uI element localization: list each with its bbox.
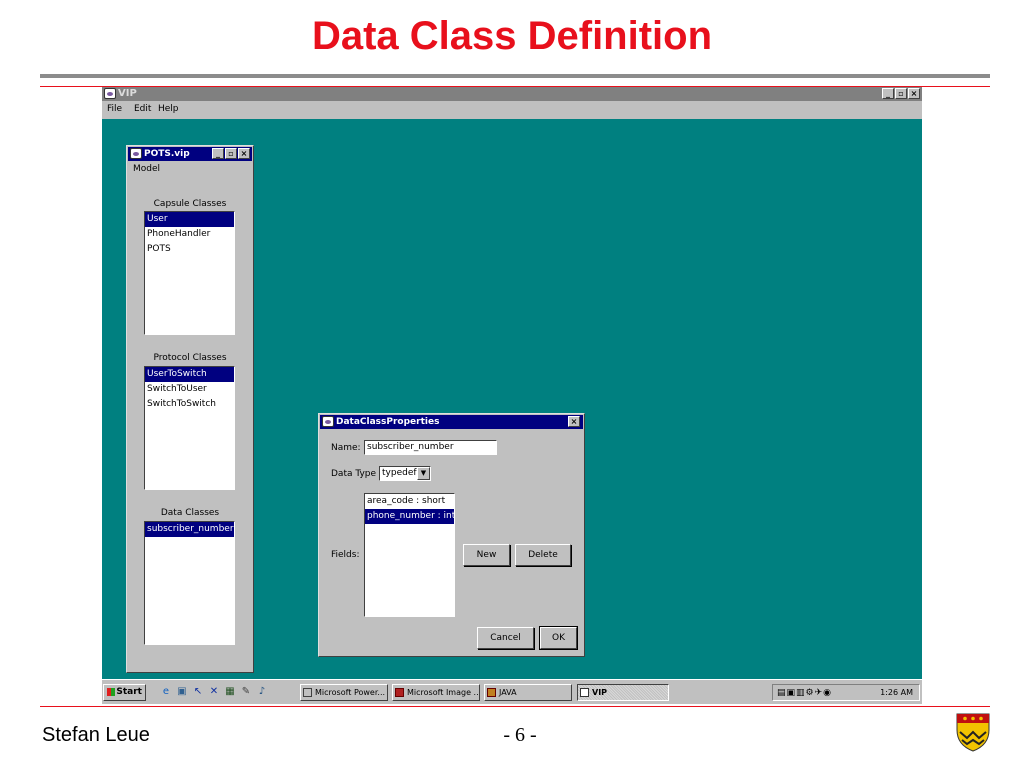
chevron-down-icon[interactable]: ▼ — [417, 467, 430, 480]
fields-list[interactable]: area_code : short phone_number : int — [364, 493, 455, 617]
tool-icon[interactable]: ✕ — [208, 686, 220, 698]
menu-bar: File Edit Help — [102, 101, 922, 117]
pots-title: POTS.vip — [144, 149, 190, 159]
minimize-button[interactable]: _ — [212, 148, 224, 159]
menu-edit[interactable]: Edit — [134, 104, 151, 114]
system-tray: ▤▣▥⚙✈◉ 1:26 AM — [772, 684, 920, 701]
footer-rule — [40, 706, 990, 707]
dialog-title: DataClassProperties — [336, 417, 440, 427]
title-rule-gray — [40, 74, 990, 78]
pots-window-controls: _ ▫ × — [212, 148, 250, 159]
menu-model[interactable]: Model — [133, 164, 160, 174]
maximize-button[interactable]: ▫ — [895, 88, 907, 99]
task-label: Microsoft Power... — [315, 688, 386, 697]
name-label: Name: — [331, 443, 361, 453]
list-item[interactable]: User — [145, 212, 234, 227]
fields-label: Fields: — [331, 550, 360, 560]
java-cup-icon — [322, 416, 334, 427]
edit-icon[interactable]: ✎ — [240, 686, 252, 698]
data-type-label: Data Type — [331, 469, 377, 479]
cancel-button[interactable]: Cancel — [477, 627, 534, 649]
list-item[interactable]: POTS — [145, 242, 234, 257]
task-java[interactable]: JAVA — [484, 684, 572, 701]
task-image[interactable]: Microsoft Image ... — [392, 684, 480, 701]
image-icon — [395, 688, 404, 697]
capsule-classes-label: Capsule Classes — [153, 199, 227, 209]
list-item[interactable]: PhoneHandler — [145, 227, 234, 242]
menu-help[interactable]: Help — [158, 104, 179, 114]
clock[interactable]: 1:26 AM — [880, 688, 913, 697]
protocol-classes-list[interactable]: UserToSwitch SwitchToUser SwitchToSwitch — [144, 366, 235, 490]
data-type-value: typedef — [382, 468, 417, 478]
powerpoint-icon — [303, 688, 312, 697]
app-title-bar: VIP _ ▫ × — [102, 87, 922, 101]
new-button[interactable]: New — [463, 544, 510, 566]
java-cup-icon — [130, 148, 142, 159]
desktop-icon[interactable]: ▣ — [176, 686, 188, 698]
windows-logo-icon — [107, 688, 115, 696]
data-classes-label: Data Classes — [160, 508, 220, 518]
task-label: JAVA — [499, 688, 517, 697]
tray-icons[interactable]: ▤▣▥⚙✈◉ — [777, 688, 832, 698]
close-button[interactable]: × — [238, 148, 250, 159]
list-item[interactable]: subscriber_number — [145, 522, 234, 537]
vip-app-window: VIP _ ▫ × File Edit Help POTS.vip _ ▫ × … — [102, 87, 922, 704]
minimize-button[interactable]: _ — [882, 88, 894, 99]
capsule-classes-list[interactable]: User PhoneHandler POTS — [144, 211, 235, 335]
maximize-button[interactable]: ▫ — [225, 148, 237, 159]
close-button[interactable]: × — [908, 88, 920, 99]
internet-explorer-icon[interactable]: e — [160, 686, 172, 698]
java-icon — [487, 688, 496, 697]
task-vip[interactable]: VIP — [577, 684, 669, 701]
list-item[interactable]: UserToSwitch — [145, 367, 234, 382]
slide-title: Data Class Definition — [311, 14, 713, 58]
list-item[interactable]: phone_number : int — [365, 509, 454, 524]
name-input[interactable]: subscriber_number — [364, 440, 497, 455]
protocol-classes-label: Protocol Classes — [153, 353, 227, 363]
ok-button[interactable]: OK — [539, 626, 578, 650]
data-class-properties-dialog: DataClassProperties × Name: subscriber_n… — [318, 413, 585, 657]
list-item[interactable]: area_code : short — [365, 494, 454, 509]
start-button[interactable]: Start — [103, 684, 146, 701]
dialog-title-bar: DataClassProperties × — [320, 415, 583, 429]
taskbar: Start e ▣ ↖ ✕ ▦ ✎ ♪ Microsoft Power... M… — [102, 679, 922, 704]
data-classes-list[interactable]: subscriber_number — [144, 521, 235, 645]
calculator-icon[interactable]: ▦ — [224, 686, 236, 698]
java-cup-icon — [104, 88, 116, 99]
pots-title-bar: POTS.vip _ ▫ × — [128, 147, 252, 161]
task-powerpoint[interactable]: Microsoft Power... — [300, 684, 388, 701]
list-item[interactable]: SwitchToSwitch — [145, 397, 234, 412]
app-window-controls: _ ▫ × — [882, 88, 920, 99]
media-icon[interactable]: ♪ — [256, 686, 268, 698]
menu-file[interactable]: File — [107, 104, 122, 114]
footer-author: Stefan Leue — [42, 724, 150, 746]
list-item[interactable]: SwitchToUser — [145, 382, 234, 397]
arrow-tool-icon[interactable]: ↖ — [192, 686, 204, 698]
start-label: Start — [116, 687, 142, 697]
pots-window: POTS.vip _ ▫ × Model Capsule Classes Use… — [126, 145, 254, 673]
java-cup-icon — [580, 688, 589, 697]
task-label: VIP — [592, 688, 608, 697]
page-number: - 6 - — [503, 724, 537, 746]
app-title: VIP — [118, 88, 137, 99]
delete-button[interactable]: Delete — [515, 544, 571, 566]
close-button[interactable]: × — [568, 416, 580, 427]
university-crest-icon — [956, 713, 990, 752]
task-label: Microsoft Image ... — [407, 688, 480, 697]
